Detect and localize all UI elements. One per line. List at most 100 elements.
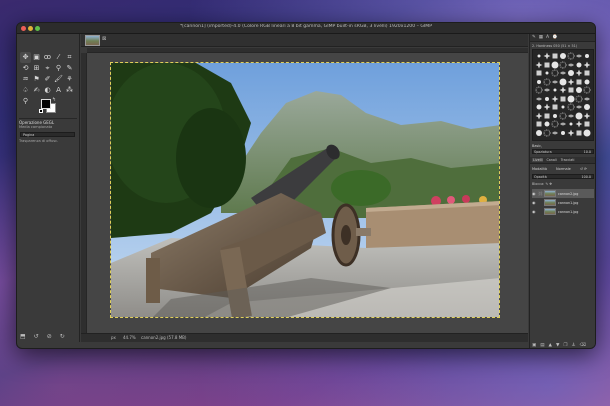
- brush-preview[interactable]: [567, 95, 575, 103]
- reset-options-icon[interactable]: ↻: [60, 333, 65, 340]
- brush-preview[interactable]: [551, 69, 559, 77]
- fuzzy-select-tool-icon[interactable]: ⁄: [53, 52, 64, 63]
- brush-preview[interactable]: [535, 120, 543, 128]
- transform-tool-icon[interactable]: ⟲: [20, 63, 31, 74]
- brush-preview[interactable]: [575, 69, 583, 77]
- brush-preview[interactable]: [551, 103, 559, 111]
- brush-preview[interactable]: [543, 103, 551, 111]
- brush-preview[interactable]: [575, 86, 583, 94]
- layer-name[interactable]: cannon2.jpg: [558, 192, 578, 196]
- delete-options-icon[interactable]: ⊘: [47, 333, 52, 340]
- brush-preview[interactable]: [575, 78, 583, 86]
- text-tool-icon[interactable]: A: [53, 85, 64, 96]
- cage-tool-icon[interactable]: ⌖: [42, 63, 53, 74]
- feather-option[interactable]: Trasparenza di offusc.: [19, 139, 58, 143]
- image-tab-close-icon[interactable]: ⊠: [102, 36, 106, 42]
- brush-preview[interactable]: [583, 52, 591, 60]
- canvas-viewport[interactable]: [87, 53, 528, 333]
- pencil-tool-icon[interactable]: ✐: [42, 74, 53, 85]
- brush-preview[interactable]: [583, 78, 591, 86]
- brush-preview[interactable]: [567, 112, 575, 120]
- brush-preview[interactable]: [543, 52, 551, 60]
- clone-tool-icon[interactable]: ♤: [20, 85, 31, 96]
- brush-preview[interactable]: [559, 120, 567, 128]
- layer-name[interactable]: cannon1.jpg: [558, 201, 578, 205]
- brush-preview[interactable]: [583, 95, 591, 103]
- brush-preview[interactable]: [583, 129, 591, 137]
- sample-average-option[interactable]: Media campionata: [19, 125, 52, 129]
- eraser-tool-icon[interactable]: ⚘: [64, 74, 75, 85]
- brush-preview[interactable]: [543, 120, 551, 128]
- brush-preview[interactable]: [559, 61, 567, 69]
- lock-pixels-icon[interactable]: ✎: [545, 182, 548, 186]
- brush-preview[interactable]: [567, 103, 575, 111]
- brush-preview[interactable]: [543, 61, 551, 69]
- brush-preview[interactable]: [535, 112, 543, 120]
- rect-select-tool-icon[interactable]: ▣: [31, 52, 42, 63]
- save-options-icon[interactable]: ⬒: [20, 333, 26, 340]
- brush-preview[interactable]: [559, 86, 567, 94]
- color-selector[interactable]: ↰: [39, 97, 59, 113]
- brush-preview[interactable]: [583, 103, 591, 111]
- brush-preview[interactable]: [567, 129, 575, 137]
- brush-preview[interactable]: [551, 129, 559, 137]
- brush-preview[interactable]: [559, 112, 567, 120]
- restore-options-icon[interactable]: ↺: [34, 333, 39, 340]
- brush-preview[interactable]: [535, 78, 543, 86]
- brush-preview[interactable]: [559, 95, 567, 103]
- mode-select[interactable]: Pagina: [20, 132, 75, 137]
- brush-preview[interactable]: [551, 61, 559, 69]
- new-group-icon[interactable]: ▤: [540, 343, 544, 348]
- brush-preview[interactable]: [575, 52, 583, 60]
- brush-preview[interactable]: [583, 61, 591, 69]
- smudge-tool-icon[interactable]: ✍: [31, 85, 42, 96]
- lock-position-icon[interactable]: ✥: [549, 182, 552, 186]
- brush-preview[interactable]: [551, 120, 559, 128]
- eye-icon[interactable]: ◉: [532, 209, 538, 214]
- layer-name[interactable]: cannon1.jpg: [558, 210, 578, 214]
- raise-layer-icon[interactable]: ▲: [549, 343, 552, 348]
- eye-icon[interactable]: ◉: [532, 200, 538, 205]
- tab-layers[interactable]: Livelli: [532, 158, 544, 162]
- brush-preview[interactable]: [535, 95, 543, 103]
- brush-preview[interactable]: [583, 120, 591, 128]
- document-history-tab-icon[interactable]: ⌚: [552, 35, 558, 40]
- tab-channels[interactable]: Canali: [545, 158, 557, 162]
- brush-preview[interactable]: [559, 129, 567, 137]
- lower-layer-icon[interactable]: ▼: [556, 343, 559, 348]
- brush-preview[interactable]: [559, 69, 567, 77]
- paint-bucket-tool-icon[interactable]: ♒: [20, 74, 31, 85]
- tab-paths[interactable]: Tracciati: [560, 158, 576, 162]
- brush-preview[interactable]: [567, 61, 575, 69]
- image-canvas[interactable]: [110, 62, 500, 318]
- crop-tool-icon[interactable]: ⌗: [64, 52, 75, 63]
- layer-row[interactable]: ◉ ⛓ cannon2.jpg: [532, 189, 594, 198]
- anchor-layer-icon[interactable]: ⚓: [572, 343, 576, 348]
- paths-tool-icon[interactable]: ✎: [64, 63, 75, 74]
- brush-preview[interactable]: [543, 112, 551, 120]
- layer-row[interactable]: ◉ cannon1.jpg: [532, 207, 594, 216]
- fonts-tab-icon[interactable]: A: [546, 35, 549, 40]
- brush-preview[interactable]: [567, 120, 575, 128]
- delete-layer-icon[interactable]: ⌫: [580, 343, 586, 348]
- brush-preview[interactable]: [567, 52, 575, 60]
- brush-preview[interactable]: [575, 61, 583, 69]
- brush-preview[interactable]: [575, 112, 583, 120]
- brush-preview[interactable]: [583, 86, 591, 94]
- zoom-select[interactable]: 44.7%: [123, 334, 136, 342]
- brush-preview[interactable]: [535, 129, 543, 137]
- brush-preview[interactable]: [559, 78, 567, 86]
- brush-preview[interactable]: [551, 95, 559, 103]
- eyedropper-tool-icon[interactable]: ⁂: [64, 85, 75, 96]
- brush-preview[interactable]: [535, 86, 543, 94]
- mode-reset-icon[interactable]: ↺ ⟳: [580, 167, 587, 171]
- brushes-tab-icon[interactable]: ✎: [532, 35, 536, 40]
- warp-tool-icon[interactable]: ⊞: [31, 63, 42, 74]
- zoom-tool-icon[interactable]: ⚲: [20, 96, 31, 107]
- brush-preview[interactable]: [551, 78, 559, 86]
- lasso-tool-icon[interactable]: ꝏ: [42, 52, 53, 63]
- spacing-slider[interactable]: Spaziatura 10.0: [532, 149, 594, 154]
- brush-preview[interactable]: [575, 95, 583, 103]
- brush-preview[interactable]: [535, 69, 543, 77]
- brush-preview[interactable]: [583, 112, 591, 120]
